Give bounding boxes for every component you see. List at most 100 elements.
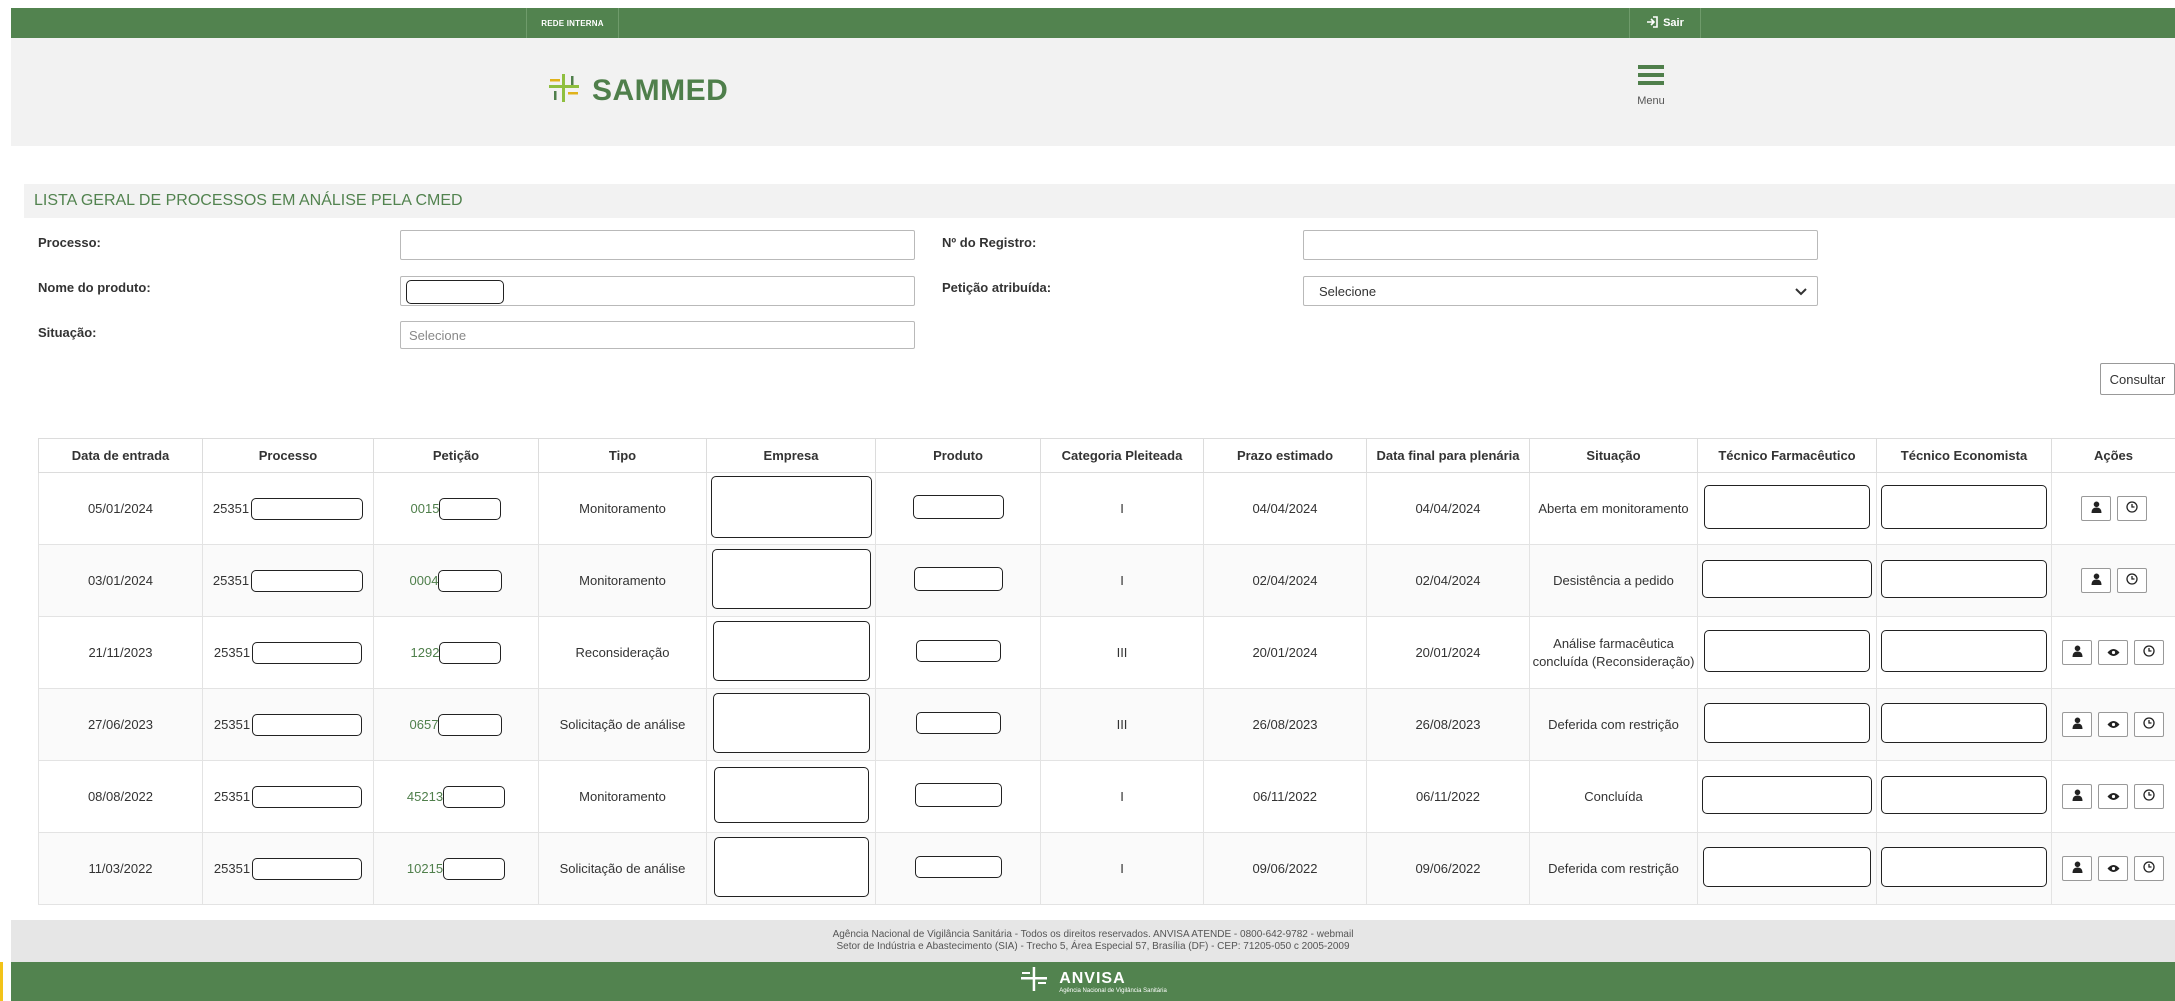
anvisa-brand-sub: Agência Nacional de Vigilância Sanitária [1059,987,1167,994]
rede-interna-link[interactable]: REDE INTERNA [526,8,619,38]
logout-button[interactable]: Sair [1629,8,1701,38]
col-header[interactable]: Processo [202,438,374,473]
tecnico-farmaceutico-cell [1697,832,1877,905]
history-button[interactable] [2117,568,2147,593]
redacted-value [1881,485,2047,529]
tecnico-economista-cell [1876,472,2052,545]
peticao-cell[interactable]: 45213 [373,760,539,833]
col-header[interactable]: Data de entrada [38,438,203,473]
eye-icon [2107,861,2120,876]
view-button[interactable] [2098,712,2128,737]
processo-prefix: 25351 [213,717,251,732]
redacted-value [252,785,363,808]
user-icon [2072,789,2083,804]
col-header[interactable]: Prazo estimado [1203,438,1367,473]
situacao-input[interactable]: Selecione [400,321,915,349]
data-entrada-cell: 05/01/2024 [38,472,203,545]
col-header[interactable]: Técnico Farmacêutico [1697,438,1877,473]
data-final-cell: 09/06/2022 [1366,832,1530,905]
produto-cell [875,544,1041,617]
col-header[interactable]: Petição [373,438,539,473]
peticao-cell[interactable]: 1292 [373,616,539,689]
peticao-link[interactable]: 10215 [407,861,443,876]
situacao-cell: Concluída [1529,760,1698,833]
eye-icon [2107,717,2120,732]
processo-cell: 25351 [202,760,374,833]
peticao-cell[interactable]: 0004 [373,544,539,617]
col-header[interactable]: Empresa [706,438,876,473]
redacted-value [1881,847,2047,887]
view-button[interactable] [2098,784,2128,809]
redacted-value [915,640,1001,662]
menu-label: Menu [1637,95,1665,107]
history-button[interactable] [2117,496,2147,521]
col-header[interactable]: Situação [1529,438,1698,473]
redacted-value [443,857,506,880]
assign-user-button[interactable] [2062,784,2092,809]
assign-user-button[interactable] [2081,496,2111,521]
redacted-value [912,495,1004,519]
history-button[interactable] [2134,856,2164,881]
peticao-link[interactable]: 45213 [407,789,443,804]
acoes-cell [2051,760,2175,833]
peticao-link[interactable]: 1292 [411,645,440,660]
col-header[interactable]: Categoria Pleiteada [1040,438,1204,473]
col-header[interactable]: Tipo [538,438,707,473]
processo-cell: 25351 [202,544,374,617]
view-button[interactable] [2098,640,2128,665]
redacted-value [1703,847,1871,887]
clock-icon [2143,717,2155,732]
assign-user-button[interactable] [2062,856,2092,881]
peticao-link[interactable]: 0657 [410,717,439,732]
tecnico-farmaceutico-cell [1697,472,1877,545]
peticao-link[interactable]: 0015 [411,501,440,516]
table-row: 11/03/2022 25351 10215 Solicitação de an… [38,832,2175,905]
menu-button[interactable]: Menu [1616,64,1686,107]
section-title: LISTA GERAL DE PROCESSOS EM ANÁLISE PELA… [24,184,2175,218]
data-entrada-cell: 27/06/2023 [38,688,203,761]
acoes-cell [2051,688,2175,761]
peticao-atribuida-value: Selecione [1319,283,1377,299]
peticao-cell[interactable]: 10215 [373,832,539,905]
acoes-cell [2051,544,2175,617]
redacted-value [1704,485,1870,529]
redacted-value [712,693,870,753]
produto-cell [875,472,1041,545]
history-button[interactable] [2134,784,2164,809]
footer-line-1: Agência Nacional de Vigilância Sanitária… [832,929,1354,940]
data-final-cell: 06/11/2022 [1366,760,1530,833]
categoria-cell: I [1040,832,1204,905]
redacted-value [1704,630,1870,672]
nome-produto-input[interactable] [400,276,915,306]
peticao-link[interactable]: 0004 [410,573,439,588]
assign-user-button[interactable] [2062,640,2092,665]
col-header[interactable]: Produto [875,438,1041,473]
redacted-value [913,567,1003,591]
redacted-value [252,713,363,736]
user-icon [2072,717,2083,732]
peticao-atribuida-select[interactable]: Selecione [1303,276,1818,306]
view-button[interactable] [2098,856,2128,881]
redacted-value [439,641,502,664]
app-logo[interactable]: SAMMED [546,72,728,109]
history-button[interactable] [2134,712,2164,737]
processo-prefix: 25351 [213,789,251,804]
consultar-button[interactable]: Consultar [2100,363,2175,395]
registro-input[interactable] [1303,230,1818,260]
redacted-value [1881,776,2047,814]
assign-user-button[interactable] [2062,712,2092,737]
col-header[interactable]: Técnico Economista [1876,438,2052,473]
situacao-cell: Deferida com restrição [1529,832,1698,905]
col-header[interactable]: Data final para plenária [1366,438,1530,473]
peticao-cell[interactable]: 0015 [373,472,539,545]
assign-user-button[interactable] [2081,568,2111,593]
tipo-cell: Monitoramento [538,472,707,545]
processo-input[interactable] [400,230,915,260]
redacted-value [1702,560,1872,598]
processes-table: Data de entrada Processo Petição Tipo Em… [38,438,2175,905]
history-button[interactable] [2134,640,2164,665]
redacted-value [711,549,871,609]
logout-label: Sair [1663,17,1684,29]
peticao-cell[interactable]: 0657 [373,688,539,761]
page: REDE INTERNA Sair SAMMED Menu LISTA GERA… [0,0,2175,1001]
